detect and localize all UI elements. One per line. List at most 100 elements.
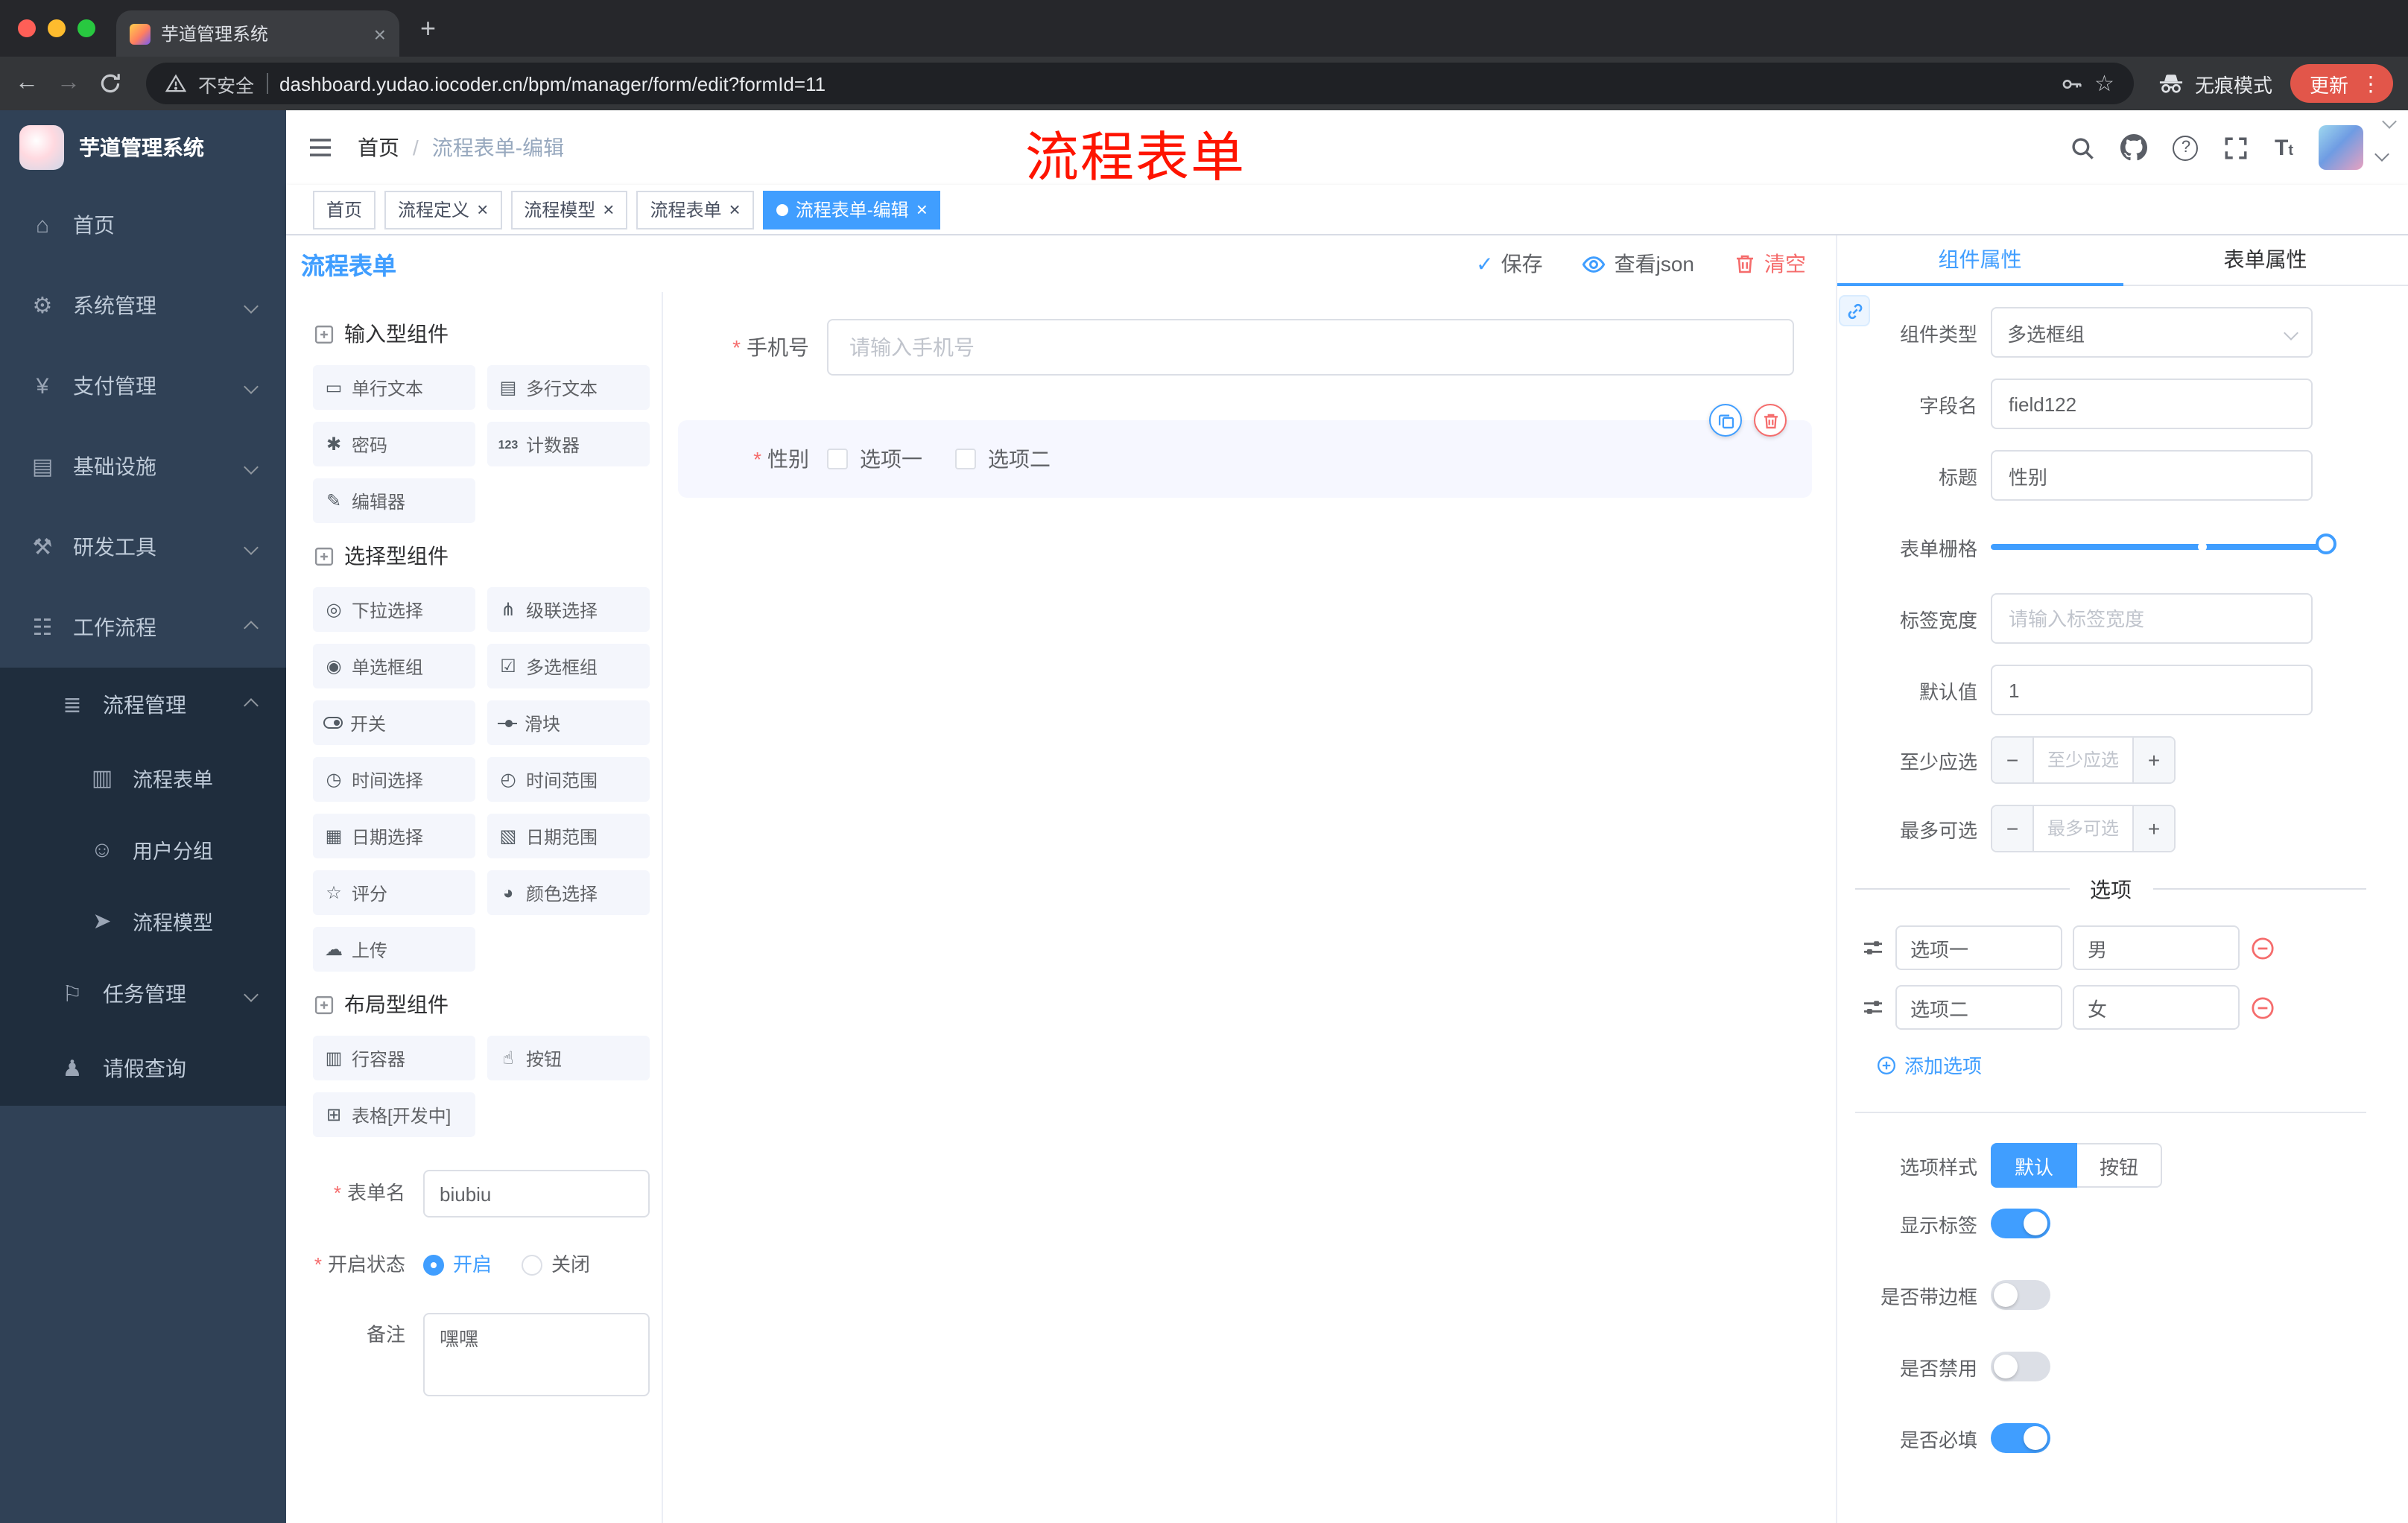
minus-button[interactable]: − <box>1992 806 2034 851</box>
sidebar-item-user-group[interactable]: ☺ 用户分组 <box>0 814 286 885</box>
tag-process-form-edit[interactable]: 流程表单-编辑 × <box>762 190 941 229</box>
bookmark-star-icon[interactable]: ☆ <box>2094 72 2114 95</box>
sidebar-item-process-model[interactable]: ➤ 流程模型 <box>0 885 286 957</box>
delete-component-button[interactable] <box>1754 404 1787 437</box>
github-icon[interactable] <box>2120 134 2148 161</box>
sidebar-item-system[interactable]: ⚙ 系统管理 <box>0 265 286 346</box>
sidebar-item-leave-query[interactable]: ♟ 请假查询 <box>0 1031 286 1106</box>
checkbox-option-2-label[interactable]: 选项二 <box>988 444 1051 474</box>
breadcrumb-home[interactable]: 首页 <box>358 133 399 162</box>
form-canvas[interactable]: 手机号 性别 选 <box>663 292 1836 1523</box>
show-label-switch[interactable] <box>1991 1209 2050 1238</box>
component-type-select[interactable]: 多选框组 <box>1991 307 2313 358</box>
browser-menu-icon[interactable]: ⋮ <box>2360 73 2381 94</box>
sidebar-item-home[interactable]: ⌂ 首页 <box>0 185 286 265</box>
tag-process-definition[interactable]: 流程定义 × <box>384 190 502 229</box>
plus-button[interactable]: + <box>2132 738 2174 782</box>
sidebar-item-payment[interactable]: ¥ 支付管理 <box>0 346 286 426</box>
checkbox-option-1-label[interactable]: 选项一 <box>860 444 922 474</box>
min-select-input[interactable] <box>2034 738 2132 782</box>
window-zoom-button[interactable] <box>77 19 95 37</box>
link-icon[interactable] <box>1839 295 1870 326</box>
border-switch[interactable] <box>1991 1280 2050 1310</box>
sidebar-item-devtools[interactable]: ⚒ 研发工具 <box>0 507 286 587</box>
clear-button[interactable]: 清空 <box>1733 249 1806 279</box>
style-button-button[interactable]: 按钮 <box>2077 1143 2163 1188</box>
component-time-range[interactable]: ◴ 时间范围 <box>487 757 650 802</box>
add-option-button[interactable]: 添加选项 <box>1876 1051 2372 1079</box>
browser-tab[interactable]: 芋道管理系统 × <box>116 10 399 57</box>
drag-handle-icon[interactable] <box>1861 995 1885 1019</box>
disabled-switch[interactable] <box>1991 1352 2050 1381</box>
component-cascader[interactable]: ⋔ 级联选择 <box>487 587 650 632</box>
style-default-button[interactable]: 默认 <box>1991 1143 2078 1188</box>
component-editor[interactable]: ✎ 编辑器 <box>313 478 475 523</box>
component-button[interactable]: ☝ 按钮 <box>487 1036 650 1080</box>
component-row-container[interactable]: ▥ 行容器 <box>313 1036 475 1080</box>
selected-field-gender[interactable]: 性别 选项一 选项二 <box>678 404 1812 498</box>
reload-button[interactable] <box>98 72 122 95</box>
default-value-input[interactable] <box>1991 665 2313 715</box>
sidebar-item-infrastructure[interactable]: ▤ 基础设施 <box>0 426 286 507</box>
component-slider[interactable]: 滑块 <box>487 700 650 745</box>
status-open-label[interactable]: 开启 <box>453 1243 492 1288</box>
remove-option-button[interactable] <box>2250 995 2275 1020</box>
component-date-picker[interactable]: ▦ 日期选择 <box>313 814 475 858</box>
sidebar-item-task-management[interactable]: ⚐ 任务管理 <box>0 957 286 1031</box>
option-2-value-input[interactable] <box>2073 985 2240 1030</box>
forward-button[interactable]: → <box>57 71 80 95</box>
drag-handle-icon[interactable] <box>1861 936 1885 960</box>
app-logo[interactable]: 芋道管理系统 <box>0 110 286 185</box>
tag-home[interactable]: 首页 <box>313 190 376 229</box>
avatar-caret-icon[interactable] <box>2374 146 2389 161</box>
hamburger-icon[interactable] <box>307 134 334 161</box>
title-input[interactable] <box>1991 450 2313 501</box>
search-icon[interactable] <box>2070 135 2096 160</box>
save-button[interactable]: ✓ 保存 <box>1476 249 1542 279</box>
new-tab-button[interactable]: + <box>420 13 436 43</box>
avatar[interactable] <box>2319 125 2363 170</box>
component-switch[interactable]: 开关 <box>313 700 475 745</box>
field-phone[interactable]: 手机号 <box>678 319 1794 376</box>
component-counter[interactable]: 123 计数器 <box>487 422 650 466</box>
remark-textarea[interactable]: 嘿嘿 <box>423 1313 650 1396</box>
address-bar[interactable]: 不安全 dashboard.yudao.iocoder.cn/bpm/manag… <box>146 63 2134 104</box>
option-2-label-input[interactable] <box>1895 985 2062 1030</box>
component-time-picker[interactable]: ◷ 时间选择 <box>313 757 475 802</box>
required-switch[interactable] <box>1991 1423 2050 1453</box>
component-multi-line-text[interactable]: ▤ 多行文本 <box>487 365 650 410</box>
tab-form-props[interactable]: 表单属性 <box>2123 235 2408 285</box>
close-icon[interactable]: × <box>916 200 928 219</box>
status-closed-label[interactable]: 关闭 <box>551 1243 590 1288</box>
sidebar-item-process-management[interactable]: ≣ 流程管理 <box>0 668 286 742</box>
tab-close-icon[interactable]: × <box>374 23 386 44</box>
update-button[interactable]: 更新 ⋮ <box>2290 64 2393 103</box>
component-color-picker[interactable]: ◕ 颜色选择 <box>487 870 650 915</box>
minus-button[interactable]: − <box>1992 738 2034 782</box>
component-checkbox-group[interactable]: ☑ 多选框组 <box>487 644 650 688</box>
back-button[interactable]: ← <box>15 71 39 95</box>
plus-button[interactable]: + <box>2132 806 2174 851</box>
component-select[interactable]: ◎ 下拉选择 <box>313 587 475 632</box>
fullscreen-icon[interactable] <box>2224 135 2249 160</box>
tab-component-props[interactable]: 组件属性 <box>1837 235 2123 286</box>
remove-option-button[interactable] <box>2250 935 2275 960</box>
sidebar-item-workflow[interactable]: ☷ 工作流程 <box>0 587 286 668</box>
field-name-input[interactable] <box>1991 379 2313 429</box>
help-icon[interactable]: ? <box>2173 135 2199 160</box>
slider-handle[interactable] <box>2316 533 2336 554</box>
option-1-label-input[interactable] <box>1895 925 2062 970</box>
close-icon[interactable]: × <box>603 200 614 219</box>
max-select-input[interactable] <box>2034 806 2132 851</box>
window-minimize-button[interactable] <box>48 19 66 37</box>
tag-process-form[interactable]: 流程表单 × <box>636 190 754 229</box>
security-warning-icon[interactable] <box>165 73 186 94</box>
status-closed-radio[interactable] <box>522 1255 543 1276</box>
tag-process-model[interactable]: 流程模型 × <box>510 190 628 229</box>
component-table[interactable]: ⊞ 表格[开发中] <box>313 1092 475 1137</box>
close-icon[interactable]: × <box>729 200 741 219</box>
component-upload[interactable]: ☁ 上传 <box>313 927 475 972</box>
grid-slider[interactable] <box>1991 533 2336 554</box>
password-key-icon[interactable] <box>2060 72 2082 95</box>
font-size-icon[interactable]: Tt <box>2275 135 2293 160</box>
